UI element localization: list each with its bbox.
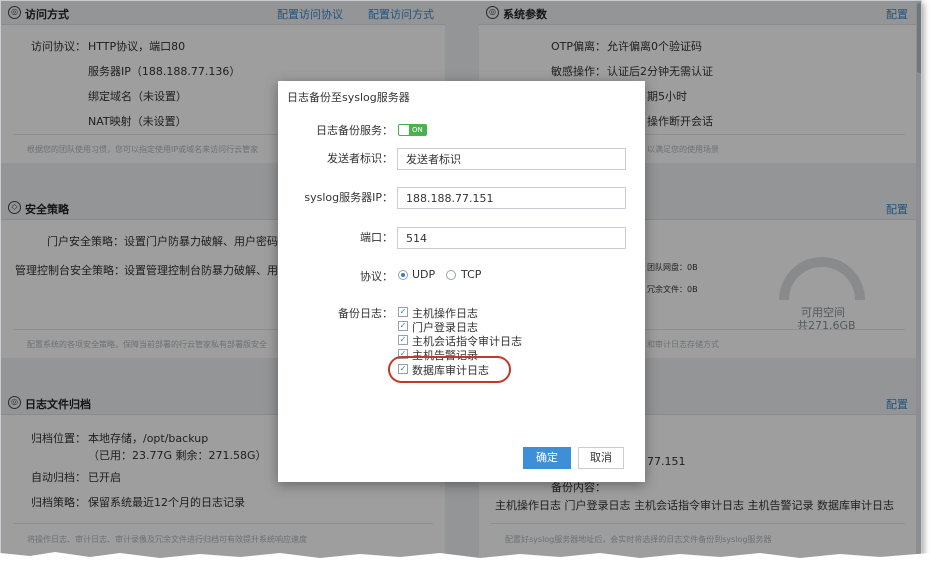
protocol-label: 协议： [360,270,393,283]
syslog-ip-label: syslog服务器IP： [304,191,393,204]
port-label: 端口： [360,231,393,244]
log-session-audit-checkbox[interactable]: ✓ [398,335,408,345]
protocol-tcp-radio[interactable] [446,270,456,280]
sender-id-label: 发送者标识： [327,152,393,165]
sender-id-input[interactable] [397,148,626,170]
port-input[interactable] [397,227,626,249]
dialog-title: 日志备份至syslog服务器 [287,91,410,104]
protocol-udp-radio[interactable] [398,270,408,280]
backup-service-label: 日志备份服务： [316,124,393,137]
backup-service-toggle[interactable]: ON [398,124,427,136]
cancel-button[interactable]: 取消 [578,447,624,469]
annotation-highlight-circle [388,356,511,383]
toggle-state-text: ON [412,126,423,134]
log-portal-login-checkbox[interactable]: ✓ [398,321,408,331]
protocol-udp-label[interactable]: UDP [412,268,435,281]
syslog-ip-input[interactable] [397,187,626,209]
torn-edge [0,552,930,569]
app-window: ◎ 访问方式 配置访问协议 配置访问方式 访问协议： HTTP协议，端口80 服… [0,0,922,560]
log-host-operation-checkbox[interactable]: ✓ [398,307,408,317]
protocol-tcp-label[interactable]: TCP [461,268,481,281]
backup-logs-label: 备份日志： [338,307,393,320]
toggle-knob [399,125,409,135]
syslog-backup-dialog: 日志备份至syslog服务器 日志备份服务： ON 发送者标识： syslog服… [278,81,645,482]
confirm-button[interactable]: 确定 [523,447,571,469]
